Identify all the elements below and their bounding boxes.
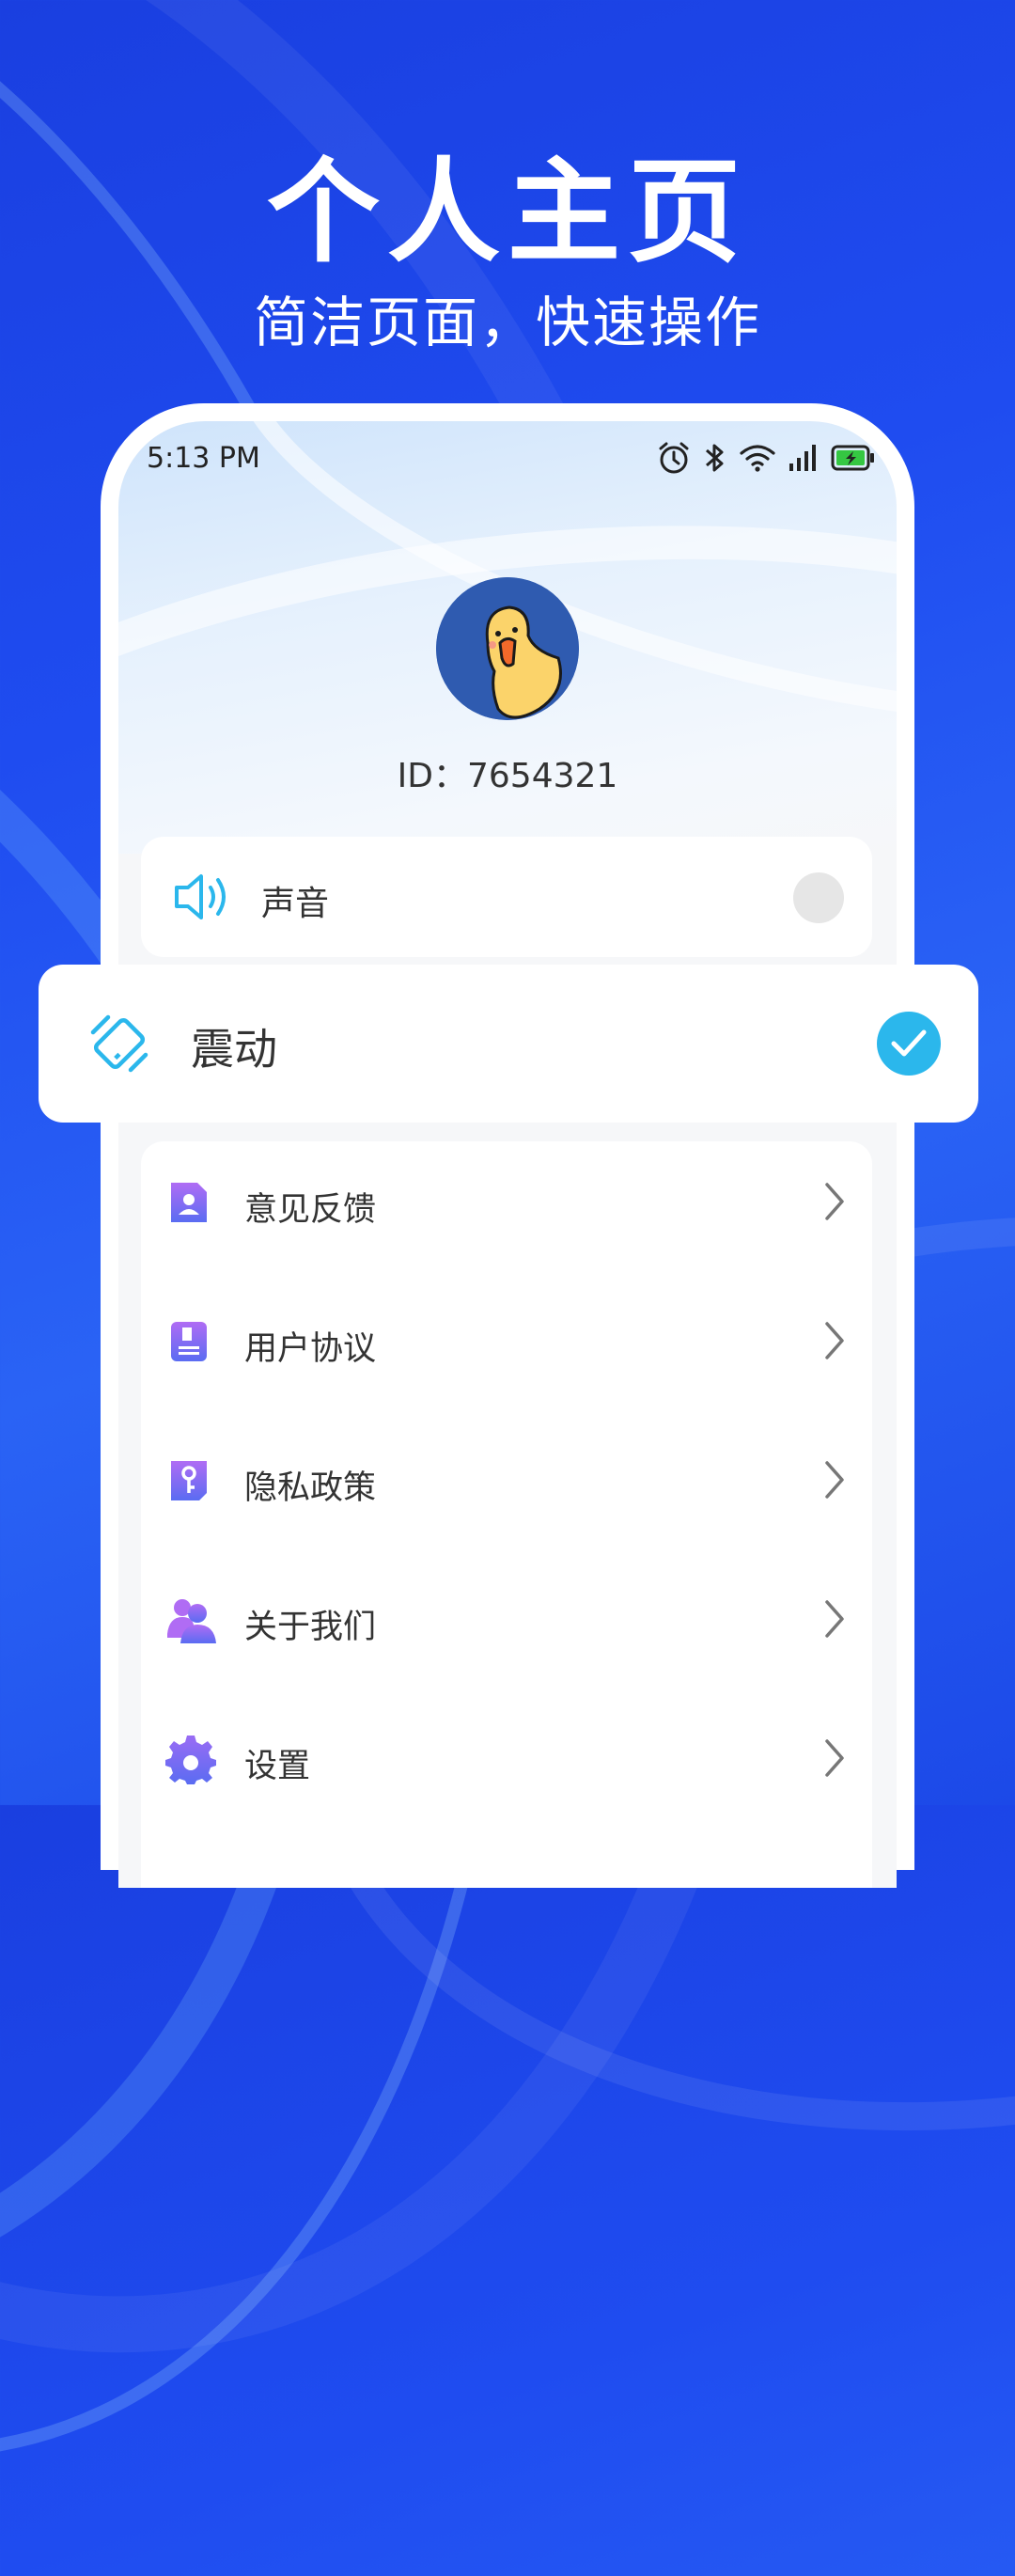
settings-gear-icon <box>165 1736 216 1784</box>
vibration-icon <box>80 1004 159 1087</box>
chevron-right-icon <box>821 1181 848 1226</box>
phone-frame: 5:13 PM ID：7654321 声音 意见反馈 用户协议 隐私政策 关于我… <box>101 403 914 1888</box>
alarm-icon <box>656 440 692 476</box>
avatar[interactable] <box>436 577 579 720</box>
sound-setting-row[interactable]: 声音 <box>141 837 872 957</box>
menu-item-label: 设置 <box>244 1748 311 1785</box>
chevron-right-icon <box>821 1737 848 1783</box>
feedback-icon <box>165 1179 212 1226</box>
privacy-policy-icon <box>165 1457 212 1504</box>
chevron-right-icon <box>821 1459 848 1504</box>
menu-item-label: 隐私政策 <box>244 1469 377 1507</box>
vibration-setting-row[interactable]: 震动 <box>39 965 978 1123</box>
chevron-right-icon <box>821 1320 848 1365</box>
about-us-icon <box>165 1596 216 1643</box>
bluetooth-icon <box>703 441 727 475</box>
menu-item-label: 用户协议 <box>244 1330 377 1368</box>
vibration-label: 震动 <box>191 1024 277 1075</box>
battery-icon <box>831 444 876 472</box>
menu-item-label: 意见反馈 <box>244 1191 377 1229</box>
phone-screen: 5:13 PM ID：7654321 声音 意见反馈 用户协议 隐私政策 关于我… <box>118 421 897 1888</box>
hero-title: 个人主页 <box>267 148 748 278</box>
profile-header: 5:13 PM ID：7654321 <box>118 421 897 854</box>
user-agreement-icon <box>165 1318 212 1365</box>
menu-item-label: 关于我们 <box>244 1609 377 1646</box>
user-id: ID：7654321 <box>397 757 618 795</box>
sound-toggle[interactable] <box>793 872 844 923</box>
hero-subtitle: 简洁页面，快速操作 <box>253 291 761 354</box>
wifi-icon <box>739 443 776 473</box>
menu-item-settings[interactable]: 设置 <box>141 1698 872 1820</box>
signal-icon <box>788 443 820 473</box>
speaker-icon <box>173 869 233 929</box>
chevron-right-icon <box>821 1598 848 1643</box>
vibration-checkbox[interactable] <box>877 1012 941 1076</box>
menu-item-privacy-policy[interactable]: 隐私政策 <box>141 1420 872 1542</box>
menu-item-feedback[interactable]: 意见反馈 <box>141 1141 872 1264</box>
sound-label: 声音 <box>261 885 330 923</box>
menu-item-about-us[interactable]: 关于我们 <box>141 1559 872 1681</box>
status-time: 5:13 PM <box>147 442 260 475</box>
duck-avatar-icon <box>436 577 579 720</box>
check-icon <box>891 1029 927 1057</box>
menu-item-user-agreement[interactable]: 用户协议 <box>141 1280 872 1403</box>
menu-list: 意见反馈 用户协议 隐私政策 关于我们 设置 <box>141 1141 872 1888</box>
status-icons <box>656 440 876 476</box>
